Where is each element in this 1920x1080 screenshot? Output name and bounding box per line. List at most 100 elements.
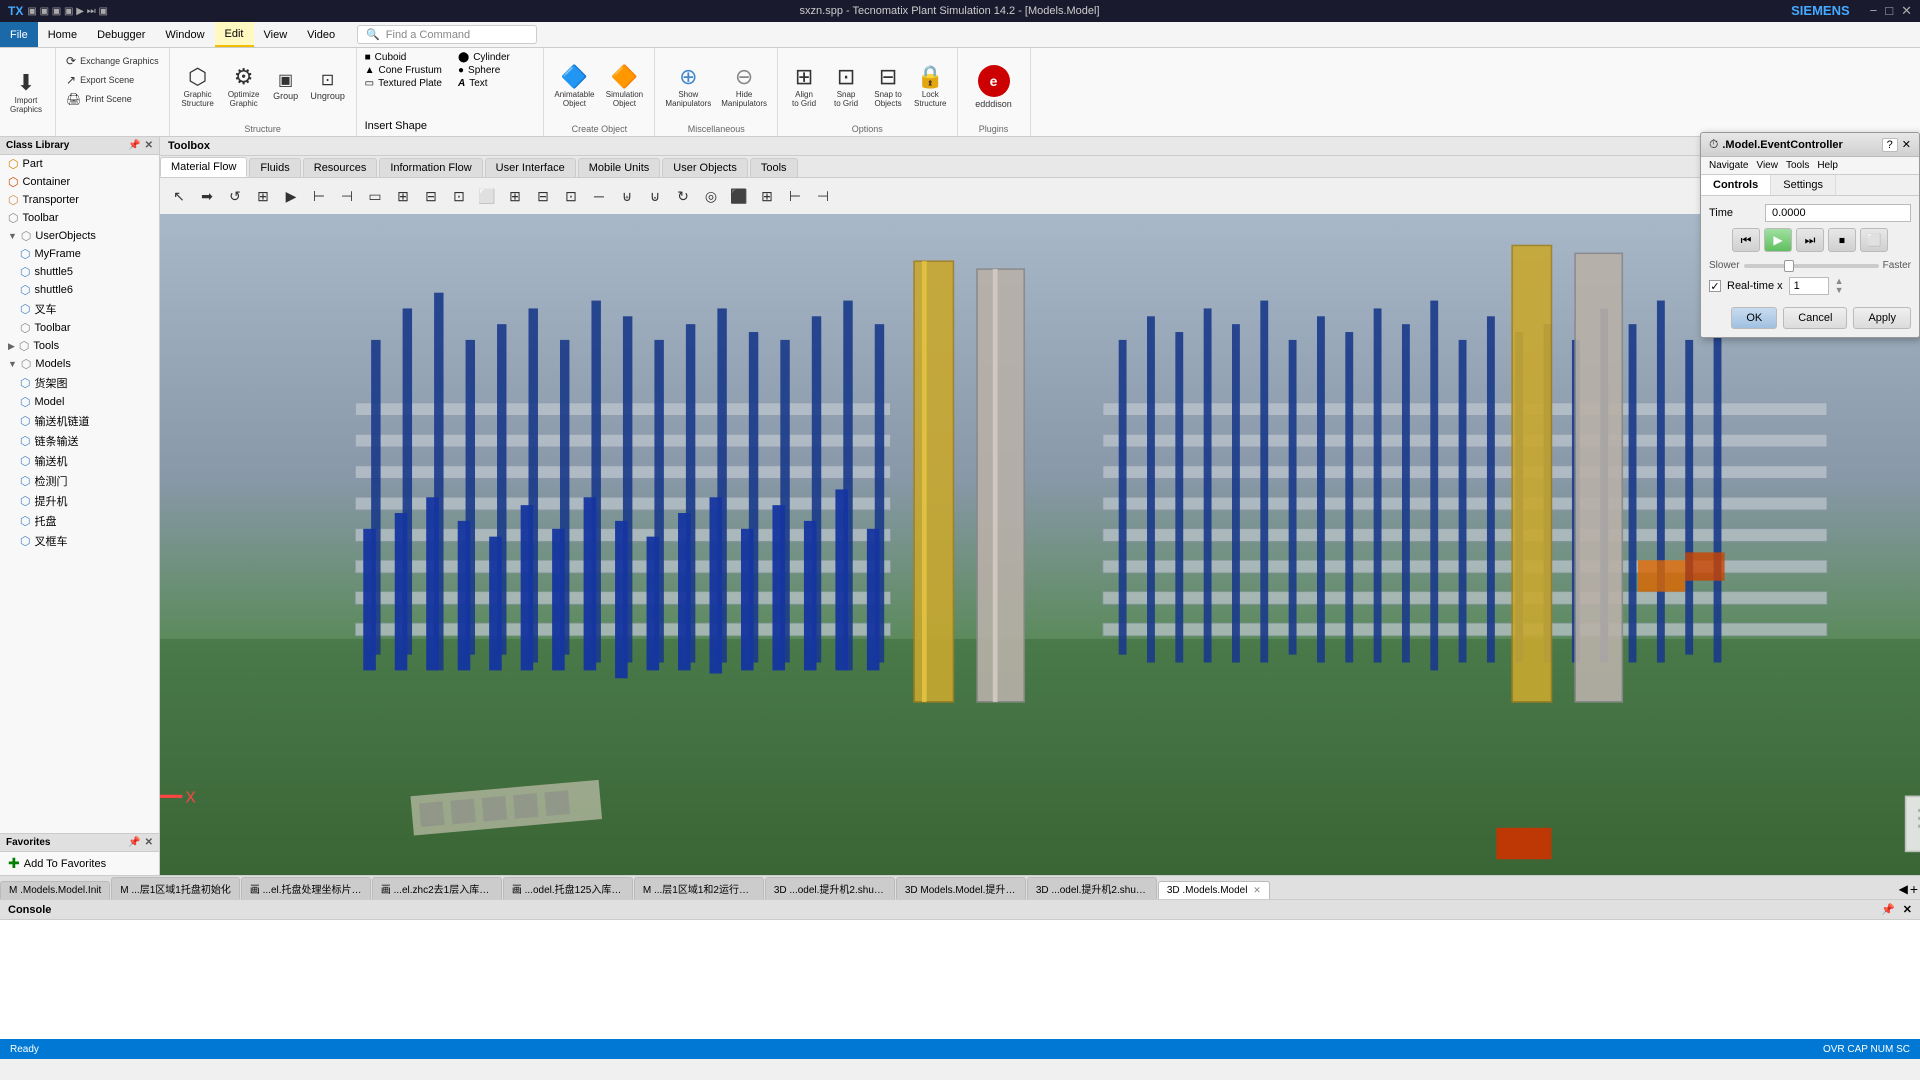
tree-conveyor[interactable]: ⬡ 输送机 xyxy=(0,451,159,471)
add-favorites-btn[interactable]: ✚ Add To Favorites xyxy=(0,852,159,875)
tree-part[interactable]: ⬡ Part xyxy=(0,155,159,173)
ec-menu-navigate[interactable]: Navigate xyxy=(1709,160,1748,171)
cl-close-icon[interactable]: ✕ xyxy=(145,140,153,151)
tool-rotate[interactable]: ↺ xyxy=(222,183,248,209)
ec-close-btn[interactable]: ✕ xyxy=(1902,138,1911,151)
ec-reset-btn[interactable]: ⬜ xyxy=(1860,228,1888,252)
optimize-graphic-btn[interactable]: ⚙ OptimizeGraphic xyxy=(222,64,266,110)
tool-conveyor3[interactable]: ⊡ xyxy=(558,183,584,209)
ec-menu-tools[interactable]: Tools xyxy=(1786,160,1809,171)
tree-elevator[interactable]: ⬡ 提升机 xyxy=(0,491,159,511)
menu-view[interactable]: View xyxy=(254,22,298,47)
tree-model[interactable]: ⬡ Model xyxy=(0,393,159,411)
ec-help-btn[interactable]: ? xyxy=(1882,138,1898,152)
text-btn[interactable]: A Text xyxy=(458,78,535,89)
ec-forward-btn[interactable]: ⏭ xyxy=(1796,228,1824,252)
ec-down-arrow[interactable]: ▼ xyxy=(1835,286,1844,295)
menu-home[interactable]: Home xyxy=(38,22,87,47)
menu-edit[interactable]: Edit xyxy=(215,22,254,47)
tree-tools[interactable]: ▶ ⬡ Tools xyxy=(0,337,159,355)
ec-realtime-checkbox[interactable]: ✓ xyxy=(1709,280,1721,292)
snap-to-objects-btn[interactable]: ⊟ Snap toObjects xyxy=(868,64,908,110)
tree-chache[interactable]: ⬡ 叉车 xyxy=(0,299,159,319)
maximize-btn[interactable]: □ xyxy=(1885,3,1893,19)
cone-frustum-btn[interactable]: ▲ Cone Frustum xyxy=(365,65,442,76)
tool-play[interactable]: ▶ xyxy=(278,183,304,209)
menu-window[interactable]: Window xyxy=(155,22,214,47)
lock-structure-btn[interactable]: 🔒 LockStructure xyxy=(910,64,950,110)
ec-play-btn[interactable]: ▶ xyxy=(1764,228,1792,252)
tree-myframe[interactable]: ⬡ MyFrame xyxy=(0,245,159,263)
fav-pin-icon[interactable]: 📌 xyxy=(128,837,140,848)
btab-3d-model-lift[interactable]: 3D Models.Model.提升机2 xyxy=(896,877,1026,899)
btab-model-init[interactable]: M .Models.Model.Init xyxy=(0,881,110,899)
tool-box[interactable]: ⬛ xyxy=(726,183,752,209)
ungroup-btn[interactable]: ⊡ Ungroup xyxy=(306,71,350,103)
tool-conveyor1[interactable]: ⊞ xyxy=(502,183,528,209)
console-pin[interactable]: 📌 xyxy=(1881,903,1895,916)
tool-step[interactable]: ⊢ xyxy=(306,183,332,209)
btab-pallet-init[interactable]: M ...层1区域1托盘初始化 xyxy=(111,877,240,899)
sphere-btn[interactable]: ● Sphere xyxy=(458,65,535,76)
ec-apply-btn[interactable]: Apply xyxy=(1853,307,1911,329)
tool-shelf[interactable]: ⊡ xyxy=(446,183,472,209)
export-scene-btn[interactable]: ↗ Export Scene xyxy=(62,71,142,89)
ec-stop-btn[interactable]: ⏹ xyxy=(1828,228,1856,252)
ec-realtime-value[interactable] xyxy=(1789,277,1829,295)
menu-video[interactable]: Video xyxy=(297,22,345,47)
tab-mobile-units[interactable]: Mobile Units xyxy=(578,158,661,177)
tree-models[interactable]: ▼ ⬡ Models xyxy=(0,355,159,373)
tool-merge[interactable]: ⊎ xyxy=(614,183,640,209)
menu-debugger[interactable]: Debugger xyxy=(87,22,155,47)
print-scene-btn[interactable]: 🖨 Print Scene xyxy=(62,90,142,108)
tool-storage[interactable]: ⬜ xyxy=(474,183,500,209)
tab-tools[interactable]: Tools xyxy=(750,158,798,177)
cylinder-btn[interactable]: ⬤ Cylinder xyxy=(458,52,535,63)
graphic-structure-btn[interactable]: ⬡ GraphicStructure xyxy=(176,64,220,110)
group-btn[interactable]: ▣ Group xyxy=(268,71,304,103)
tree-userobjects[interactable]: ▼ ⬡ UserObjects xyxy=(0,227,159,245)
tool-bin[interactable]: ⊟ xyxy=(418,183,444,209)
btab-add[interactable]: + xyxy=(1910,881,1918,897)
ec-menu-help[interactable]: Help xyxy=(1817,160,1838,171)
show-manipulators-btn[interactable]: ⊕ ShowManipulators xyxy=(661,64,715,110)
btab-3d-shuttle11[interactable]: 3D ...odel.提升机2.shuttle11 xyxy=(765,877,895,899)
find-command-box[interactable]: 🔍 Find a Command xyxy=(357,25,537,44)
cuboid-btn[interactable]: ■ Cuboid xyxy=(365,52,442,63)
tree-conveyor-chain[interactable]: ⬡ 输送机链道 xyxy=(0,411,159,431)
btab-close-icon[interactable]: ✕ xyxy=(1253,885,1261,895)
tool-circle[interactable]: ◎ xyxy=(698,183,724,209)
tree-container[interactable]: ⬡ Container xyxy=(0,173,159,191)
tool-move[interactable]: ➡ xyxy=(194,183,220,209)
tool-cycle[interactable]: ↻ xyxy=(670,183,696,209)
tree-toolbar2[interactable]: ⬡ Toolbar xyxy=(0,319,159,337)
textured-plate-btn[interactable]: ▭ Textured Plate xyxy=(365,78,442,89)
snap-to-grid-btn[interactable]: ⊡ Snapto Grid xyxy=(826,64,866,110)
ec-speed-slider[interactable] xyxy=(1744,264,1879,268)
tree-gate[interactable]: ⬡ 检测门 xyxy=(0,471,159,491)
tab-fluids[interactable]: Fluids xyxy=(249,158,300,177)
tool-line[interactable]: ─ xyxy=(586,183,612,209)
minimize-btn[interactable]: − xyxy=(1870,3,1878,19)
tool-select[interactable]: ↖ xyxy=(166,183,192,209)
btab-zhc2[interactable]: 画 ...el.zhc2去1层入库路径 xyxy=(372,877,502,899)
ec-tab-settings[interactable]: Settings xyxy=(1771,175,1836,195)
tab-user-interface[interactable]: User Interface xyxy=(485,158,576,177)
edddison-btn[interactable]: e edddison xyxy=(964,63,1024,111)
simulation-object-btn[interactable]: 🔶 SimulationObject xyxy=(600,64,648,110)
ec-menu-view[interactable]: View xyxy=(1756,160,1778,171)
tree-toolbar1[interactable]: ⬡ Toolbar xyxy=(0,209,159,227)
ec-rewind-btn[interactable]: ⏮ xyxy=(1732,228,1760,252)
tool-robot[interactable]: ⊣ xyxy=(810,183,836,209)
tree-transporter[interactable]: ⬡ Transporter xyxy=(0,191,159,209)
tab-material-flow[interactable]: Material Flow xyxy=(160,157,247,177)
ec-ok-btn[interactable]: OK xyxy=(1731,307,1777,329)
tool-conveyor2[interactable]: ⊟ xyxy=(530,183,556,209)
menu-file[interactable]: File xyxy=(0,22,38,47)
tree-forklift[interactable]: ⬡ 叉框车 xyxy=(0,531,159,551)
ec-tab-controls[interactable]: Controls xyxy=(1701,175,1771,195)
btab-pallet-region[interactable]: 画 ...el.托盘处理坐标片区2 xyxy=(241,877,371,899)
import-graphics-btn[interactable]: ⬇ ImportGraphics xyxy=(6,70,46,116)
tool-split[interactable]: ⊍ xyxy=(642,183,668,209)
exchange-graphics-btn[interactable]: ⟳ Exchange Graphics xyxy=(62,52,163,70)
